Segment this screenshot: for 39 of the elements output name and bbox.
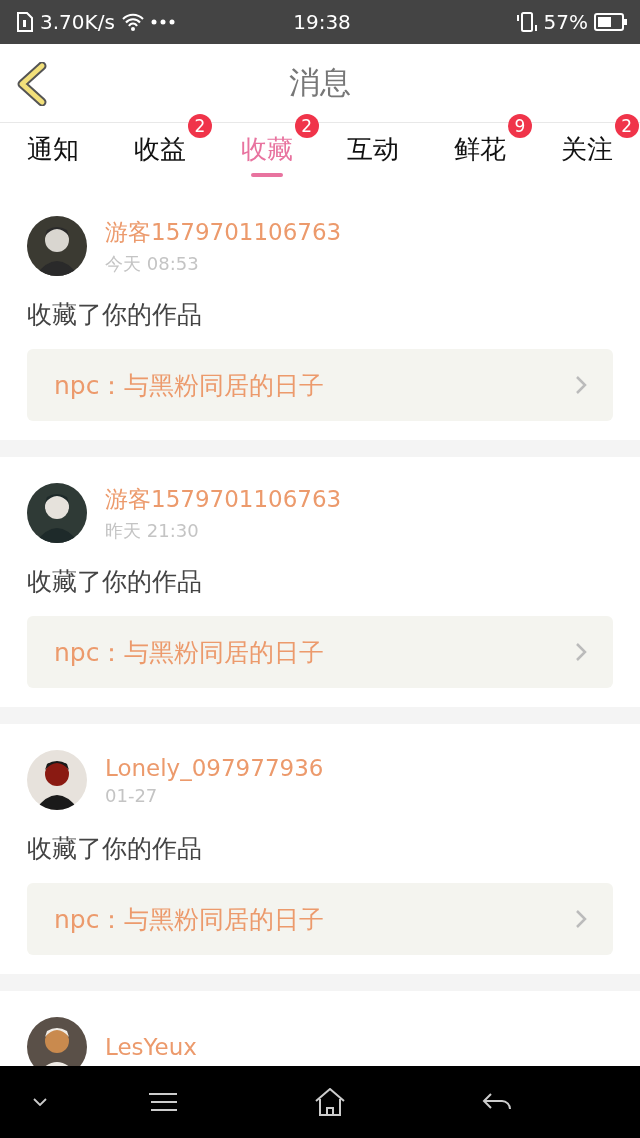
battery-icon <box>594 13 628 31</box>
tab[interactable]: 通知 <box>25 128 82 181</box>
user-name[interactable]: Lonely_097977936 <box>105 754 324 781</box>
message-text: 收藏了你的作品 <box>27 566 203 598</box>
back-nav-button[interactable] <box>481 1092 512 1112</box>
user-name[interactable]: LesYeux <box>105 1034 197 1060</box>
vibrate-icon <box>515 11 538 33</box>
user-name[interactable]: 游客1579701106763 <box>105 483 342 515</box>
home-button[interactable] <box>315 1088 345 1116</box>
tab[interactable]: 收益 <box>132 128 188 181</box>
message-text: 收藏了你的作品 <box>27 833 203 865</box>
count-badge: 2 <box>614 114 639 138</box>
page-title: 消息 <box>289 63 351 102</box>
network-speed: 3.70K/s <box>40 10 115 34</box>
tab[interactable]: 互动 <box>345 128 402 181</box>
wifi-icon <box>120 13 145 31</box>
menu-button[interactable] <box>149 1092 178 1112</box>
count-badge: 2 <box>294 114 319 138</box>
tab[interactable]: 关注 <box>558 128 615 181</box>
chevron-right-icon <box>575 375 587 395</box>
work-link[interactable]: npc：与黑粉同居的日子 <box>27 616 613 688</box>
more-icon <box>150 19 175 25</box>
work-link[interactable]: npc：与黑粉同居的日子 <box>27 883 613 955</box>
message-time: 今天 08:53 <box>105 251 200 276</box>
battery-percent: 57% <box>543 10 588 34</box>
message-text: 收藏了你的作品 <box>27 299 203 331</box>
count-badge: 2 <box>188 114 212 138</box>
chevron-right-icon <box>575 642 587 662</box>
sim-card-icon <box>16 12 34 32</box>
message-time: 01-27 <box>105 784 159 806</box>
tab[interactable]: 鲜花 <box>452 128 508 181</box>
chevron-right-icon <box>575 909 587 929</box>
user-name[interactable]: 游客1579701106763 <box>105 216 342 248</box>
count-badge: 9 <box>508 114 532 138</box>
work-link[interactable]: npc：与黑粉同居的日子 <box>27 349 613 421</box>
tab[interactable]: 收藏 <box>238 128 295 181</box>
collapse-button[interactable] <box>33 1098 47 1106</box>
clock: 19:38 <box>293 10 351 34</box>
message-time: 昨天 21:30 <box>105 518 200 543</box>
